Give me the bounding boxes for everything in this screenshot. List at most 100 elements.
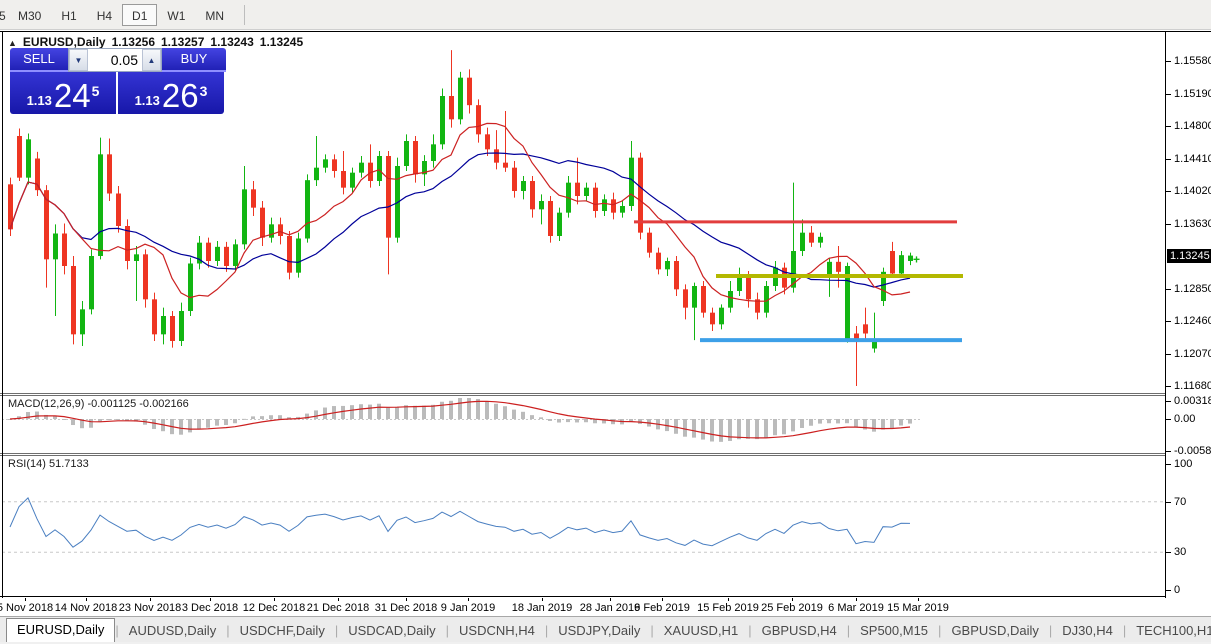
- macd-histogram-bar: [260, 416, 264, 419]
- price-axis-tick: [1166, 61, 1171, 62]
- tab-dj30-h4[interactable]: DJ30,H4: [1052, 620, 1123, 642]
- macd-histogram-bar: [323, 408, 327, 419]
- candle-body: [584, 188, 589, 196]
- chart-left-border: [2, 32, 3, 598]
- macd-histogram-bar: [683, 419, 687, 437]
- price-axis[interactable]: 1.13245 1.155801.151901.148001.144101.14…: [1166, 32, 1211, 598]
- macd-histogram-bar: [197, 419, 201, 429]
- candle-body: [404, 141, 409, 166]
- tab-xauusd-h1[interactable]: XAUUSD,H1: [654, 620, 748, 642]
- rsi-axis-tick: [1166, 464, 1171, 465]
- volume-decrease-button[interactable]: ▼: [69, 49, 88, 71]
- volume-increase-button[interactable]: ▲: [142, 49, 161, 71]
- rsi-indicator-panel[interactable]: [0, 456, 1165, 596]
- timeframe-button-h4[interactable]: H4: [87, 4, 122, 26]
- timeframe-button-mn[interactable]: MN: [195, 4, 234, 26]
- timeframe-button-w1[interactable]: W1: [157, 4, 195, 26]
- price-axis-label: 1.14410: [1174, 153, 1211, 165]
- price-axis-tick: [1166, 386, 1171, 387]
- buy-price[interactable]: 1.13263: [117, 72, 224, 114]
- candle-body: [548, 201, 553, 236]
- macd-histogram-bar: [737, 419, 741, 439]
- macd-histogram-bar: [359, 404, 363, 419]
- tab-gbpusd-daily[interactable]: GBPUSD,Daily: [941, 620, 1048, 642]
- volume-input[interactable]: 0.05: [88, 49, 142, 71]
- candle-body: [521, 181, 526, 191]
- tab-sp500-m15[interactable]: SP500,M15: [850, 620, 938, 642]
- tab-audusd-daily[interactable]: AUDUSD,Daily: [119, 620, 226, 642]
- sell-button[interactable]: SELL: [10, 48, 68, 72]
- date-axis-tick: [610, 598, 611, 601]
- timeframe-button-h1[interactable]: H1: [51, 4, 86, 26]
- macd-histogram-bar: [422, 406, 426, 419]
- macd-histogram-bar: [251, 416, 255, 419]
- date-axis-tick: [86, 598, 87, 601]
- timeframe-button-m30[interactable]: M30: [8, 4, 51, 26]
- candle-body: [458, 78, 463, 120]
- sell-price-point: 5: [92, 83, 100, 99]
- candle-body: [746, 276, 751, 299]
- macd-histogram-bar: [818, 419, 822, 424]
- macd-histogram-bar: [827, 419, 831, 423]
- chart-tabs-bar: EURUSD,Daily|AUDUSD,Daily|USDCHF,Daily|U…: [0, 616, 1211, 642]
- macd-histogram-bar: [719, 419, 723, 442]
- rsi-label: RSI(14) 51.7133: [8, 458, 89, 470]
- chart-window[interactable]: ▲EURUSD,Daily1.132561.132571.132431.1324…: [0, 31, 1211, 616]
- date-axis[interactable]: 5 Nov 201814 Nov 201823 Nov 20183 Dec 20…: [0, 598, 1165, 617]
- macd-histogram-bar: [206, 419, 210, 428]
- macd-histogram-bar: [62, 419, 66, 420]
- rsi-axis-label: 70: [1174, 496, 1186, 508]
- tab-usdjpy-daily[interactable]: USDJPY,Daily: [548, 620, 650, 642]
- candle-body: [800, 233, 805, 251]
- candle-body: [593, 188, 598, 211]
- candle-body: [710, 313, 715, 325]
- macd-axis-label: 0.003188: [1174, 395, 1211, 407]
- candle-body: [413, 141, 418, 174]
- candle-body: [620, 206, 625, 213]
- timeframe-button-5[interactable]: 5: [0, 4, 8, 26]
- tab-eurusd-daily[interactable]: EURUSD,Daily: [6, 618, 115, 642]
- timeframe-button-d1[interactable]: D1: [122, 4, 157, 26]
- candle-body: [269, 224, 274, 237]
- candle-body: [737, 276, 742, 291]
- macd-histogram-bar: [539, 417, 543, 419]
- candle-body: [350, 173, 355, 188]
- macd-histogram-bar: [782, 419, 786, 434]
- tab-gbpusd-h4[interactable]: GBPUSD,H4: [752, 620, 847, 642]
- candle-body: [287, 236, 292, 273]
- price-axis-label: 1.14800: [1174, 120, 1211, 132]
- buy-button[interactable]: BUY: [162, 48, 226, 72]
- date-axis-tick: [918, 598, 919, 601]
- macd-histogram-bar: [341, 406, 345, 419]
- candle-body: [494, 149, 499, 162]
- tab-usdcad-daily[interactable]: USDCAD,Daily: [338, 620, 445, 642]
- date-axis-label: 15 Feb 2019: [697, 602, 759, 614]
- macd-histogram-bar: [440, 402, 444, 419]
- price-axis-tick: [1166, 94, 1171, 95]
- tab-usdcnh-h4[interactable]: USDCNH,H4: [449, 620, 545, 642]
- macd-histogram-bar: [278, 415, 282, 419]
- buy-price-point: 3: [200, 83, 208, 99]
- macd-histogram-bar: [116, 419, 120, 420]
- macd-histogram-bar: [728, 419, 732, 441]
- macd-histogram-bar: [521, 412, 525, 419]
- candle-body: [818, 237, 823, 243]
- macd-histogram-bar: [458, 398, 462, 419]
- date-axis-tick: [856, 598, 857, 601]
- candle-body: [17, 136, 22, 178]
- macd-histogram-bar: [908, 419, 912, 424]
- candle-body: [674, 261, 679, 289]
- candle-body: [260, 208, 265, 238]
- date-axis-label: 5 Nov 2018: [0, 602, 53, 614]
- candle-body: [467, 78, 472, 106]
- sell-price[interactable]: 1.13245: [10, 72, 117, 114]
- macd-histogram-bar: [431, 405, 435, 419]
- candle-body: [449, 96, 454, 119]
- candle-body: [863, 324, 868, 333]
- tab-tech100-h1[interactable]: TECH100,H1: [1126, 620, 1211, 642]
- candle-body: [314, 168, 319, 181]
- macd-histogram-bar: [71, 419, 75, 425]
- candle-body: [134, 254, 139, 261]
- tab-usdchf-daily[interactable]: USDCHF,Daily: [230, 620, 335, 642]
- macd-histogram-bar: [566, 419, 570, 422]
